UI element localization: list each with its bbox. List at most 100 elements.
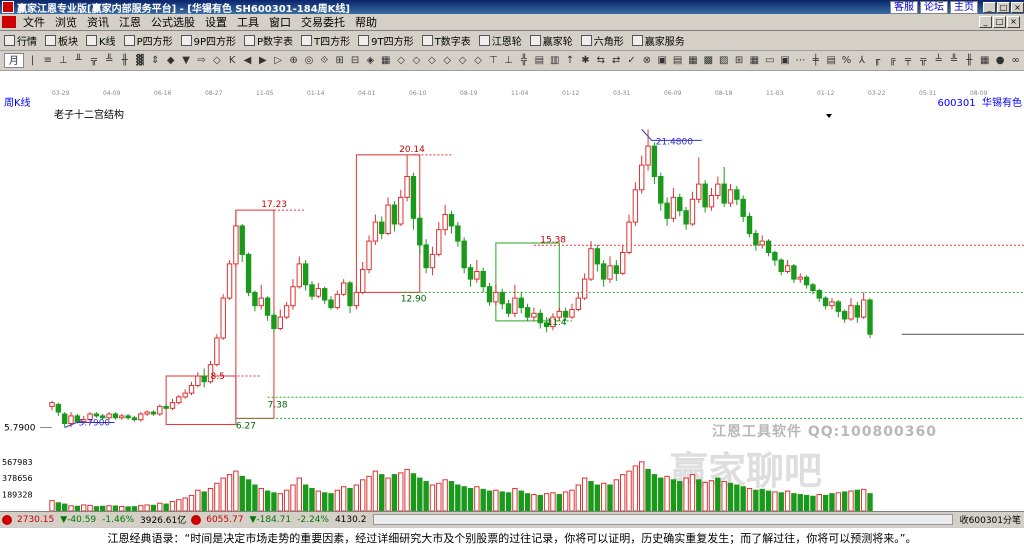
drawing-tool-icon[interactable]: ◈ xyxy=(364,53,377,68)
drawing-tool-icon[interactable]: ▩ xyxy=(702,53,715,68)
drawing-tool-icon[interactable]: ╤ xyxy=(901,53,914,68)
toolbar-board-button[interactable]: 板块 xyxy=(45,33,78,48)
toolbar-hexagon-button[interactable]: 六角形 xyxy=(580,33,624,48)
drawing-tool-icon[interactable]: ✱ xyxy=(579,53,592,68)
drawing-tool-icon[interactable]: | xyxy=(26,53,39,68)
drawing-tool-icon[interactable]: ▭ xyxy=(763,53,776,68)
drawing-tool-icon[interactable]: ▤ xyxy=(825,53,838,68)
toolbar-t-number-button[interactable]: T数字表 xyxy=(421,33,471,48)
toolbar-service-button[interactable]: 赢家服务 xyxy=(631,33,685,48)
menu-window[interactable]: 窗口 xyxy=(264,14,296,30)
drawing-tool-icon[interactable]: ╦ xyxy=(87,53,100,68)
drawing-tool-icon[interactable]: % xyxy=(840,53,853,68)
drawing-tool-icon[interactable]: ⊗ xyxy=(640,53,653,68)
drawing-tool-icon[interactable]: ◇ xyxy=(425,53,438,68)
menu-trade[interactable]: 交易委托 xyxy=(296,14,350,30)
drawing-tool-icon[interactable]: ⊥ xyxy=(57,53,70,68)
drawing-tool-icon[interactable]: ◇ xyxy=(410,53,423,68)
minimize-button[interactable]: _ xyxy=(983,1,996,13)
drawing-tool-icon[interactable]: ◆ xyxy=(164,53,177,68)
drawing-tool-icon[interactable]: ● xyxy=(993,53,1006,68)
drawing-tool-icon[interactable]: ▣ xyxy=(778,53,791,68)
drawing-tool-icon[interactable]: ◇ xyxy=(471,53,484,68)
drawing-tool-icon[interactable]: ▨ xyxy=(717,53,730,68)
drawing-tool-icon[interactable]: ╩ xyxy=(947,53,960,68)
drawing-tool-icon[interactable]: ╨ xyxy=(72,53,85,68)
drawing-tool-icon[interactable]: ▦ xyxy=(978,53,991,68)
menu-news[interactable]: 资讯 xyxy=(82,14,114,30)
drawing-tool-icon[interactable]: ╧ xyxy=(932,53,945,68)
drawing-tool-icon[interactable]: ⊕ xyxy=(287,53,300,68)
drawing-tool-icon[interactable]: ◇ xyxy=(394,53,407,68)
toolbar-p-square-button[interactable]: P四方形 xyxy=(123,33,173,48)
drawing-tool-icon[interactable]: ⇕ xyxy=(149,53,162,68)
menu-settings[interactable]: 设置 xyxy=(200,14,232,30)
horizontal-scrollbar[interactable] xyxy=(373,514,953,525)
drawing-tool-icon[interactable]: ⇆ xyxy=(594,53,607,68)
drawing-tool-icon[interactable]: ↑ xyxy=(563,53,576,68)
menu-file[interactable]: 文件 xyxy=(18,14,50,30)
drawing-tool-icon[interactable]: ✓ xyxy=(625,53,638,68)
doc-close-button[interactable]: × xyxy=(1007,16,1020,28)
doc-minimize-button[interactable]: _ xyxy=(979,16,992,28)
drawing-tool-icon[interactable]: ▦ xyxy=(686,53,699,68)
menu-browse[interactable]: 浏览 xyxy=(50,14,82,30)
drawing-tool-icon[interactable]: K xyxy=(225,53,238,68)
drawing-tool-icon[interactable]: ◇ xyxy=(456,53,469,68)
drawing-tool-icon[interactable]: ╔ xyxy=(886,53,899,68)
toolbar-t-square-button[interactable]: T四方形 xyxy=(301,33,350,48)
drawing-tool-icon[interactable]: ▶ xyxy=(256,53,269,68)
drawing-tool-icon[interactable]: ▦ xyxy=(748,53,761,68)
maximize-button[interactable]: □ xyxy=(997,1,1010,13)
drawing-tool-icon[interactable]: ▤ xyxy=(533,53,546,68)
drawing-tool-icon[interactable]: ◇ xyxy=(441,53,454,68)
drawing-tool-icon[interactable]: ◀ xyxy=(241,53,254,68)
drawing-tool-icon[interactable]: ∞ xyxy=(1009,53,1022,68)
drawing-tool-icon[interactable]: ╬ xyxy=(517,53,530,68)
drawing-tool-icon[interactable]: ▓ xyxy=(133,53,146,68)
drawing-tool-icon[interactable]: ╦ xyxy=(917,53,930,68)
drawing-tool-icon[interactable]: ◇ xyxy=(210,53,223,68)
drawing-tool-icon[interactable]: ⇄ xyxy=(609,53,622,68)
toolbar-9p-square-button[interactable]: 9P四方形 xyxy=(180,33,236,48)
homepage-link[interactable]: 主页 xyxy=(950,0,978,14)
drawing-tool-icon[interactable]: ⊟ xyxy=(348,53,361,68)
drawing-tool-icon[interactable]: ╫ xyxy=(118,53,131,68)
drawing-tool-icon[interactable]: ⋯ xyxy=(794,53,807,68)
drawing-tool-icon[interactable]: ⟐ xyxy=(318,53,331,68)
drawing-tool-icon[interactable]: ▼ xyxy=(179,53,192,68)
drawing-tool-icon[interactable]: ▣ xyxy=(656,53,669,68)
drawing-tool-icon[interactable]: ╫ xyxy=(963,53,976,68)
drawing-tool-icon[interactable]: ╪ xyxy=(809,53,822,68)
drawing-tool-icon[interactable]: ▥ xyxy=(548,53,561,68)
drawing-tool-icon[interactable]: ▷ xyxy=(272,53,285,68)
menu-help[interactable]: 帮助 xyxy=(350,14,382,30)
forum-link[interactable]: 论坛 xyxy=(920,0,948,14)
toolbar-9t-square-button[interactable]: 9T四方形 xyxy=(358,33,414,48)
toolbar-winner-wheel-button[interactable]: 赢家轮 xyxy=(529,33,573,48)
doc-restore-button[interactable]: □ xyxy=(993,16,1006,28)
toolbar-kline-button[interactable]: K线 xyxy=(86,33,116,48)
drawing-tool-icon[interactable]: ⊞ xyxy=(732,53,745,68)
customer-service-link[interactable]: 客服 xyxy=(890,0,918,14)
drawing-tool-icon[interactable]: ╩ xyxy=(103,53,116,68)
toolbar-gann-wheel-button[interactable]: 江恩轮 xyxy=(478,33,522,48)
toolbar-p-number-button[interactable]: P数字表 xyxy=(244,33,293,48)
drawing-tool-icon[interactable]: ⊤ xyxy=(487,53,500,68)
menu-gann[interactable]: 江恩 xyxy=(114,14,146,30)
drawing-tool-icon[interactable]: ▦ xyxy=(379,53,392,68)
toolbar-grid-button[interactable]: 行情 xyxy=(4,33,37,48)
drawing-tool-icon[interactable]: ╓ xyxy=(871,53,884,68)
volume-chart[interactable]: 567983 378656 189328 xyxy=(0,455,1024,511)
tick-detail-label[interactable]: 收600301分笔 xyxy=(957,513,1024,526)
drawing-tool-icon[interactable]: ▤ xyxy=(671,53,684,68)
period-select[interactable]: 月 xyxy=(4,53,24,68)
drawing-tool-icon[interactable]: ⇨ xyxy=(195,53,208,68)
drawing-tool-icon[interactable]: ⅄ xyxy=(855,53,868,68)
kline-chart[interactable]: 20.14 17.23 15.38 12.90 11.4 8.5 7.38 6.27 5.790… xyxy=(0,110,1024,452)
drawing-tool-icon[interactable]: ◎ xyxy=(302,53,315,68)
drawing-tool-icon[interactable]: ⊞ xyxy=(333,53,346,68)
drawing-tool-icon[interactable]: ⊥ xyxy=(502,53,515,68)
menu-tools[interactable]: 工具 xyxy=(232,14,264,30)
menu-formula[interactable]: 公式选股 xyxy=(146,14,200,30)
